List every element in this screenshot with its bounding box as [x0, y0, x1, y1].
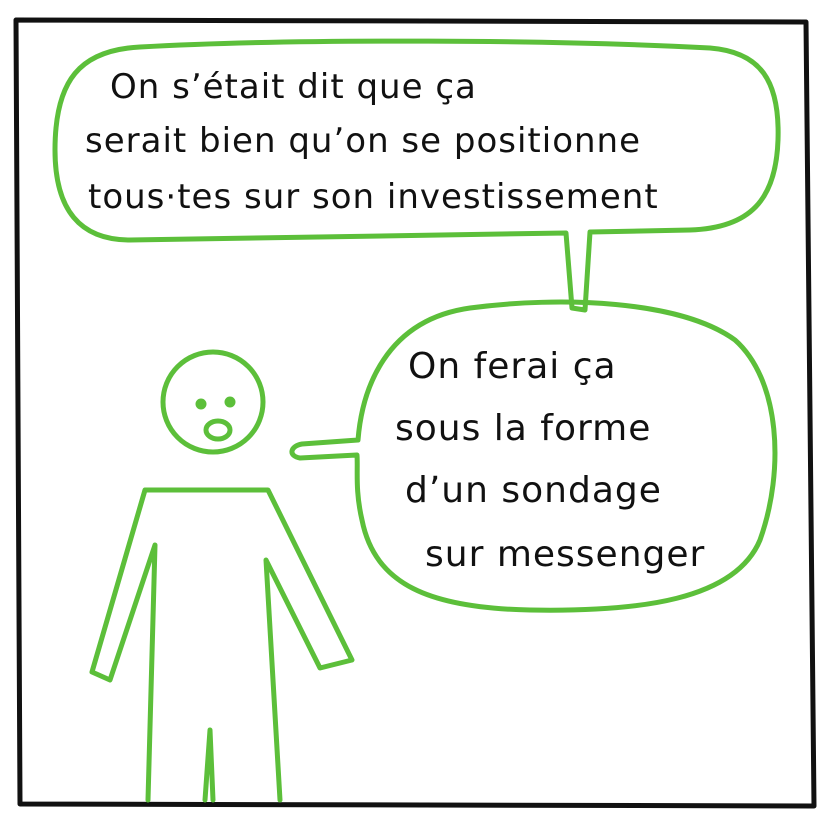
bubble-bottom-line-4: sur messenger: [425, 534, 705, 575]
bubble-top-line-2: serait bien qu’on se positionne: [85, 121, 641, 161]
bubble-bottom-line-3: d’un sondage: [405, 470, 662, 511]
bubble-bottom-line-1: On ferai ça: [408, 346, 617, 387]
bubble-top-line-1: On s’était dit que ça: [110, 67, 477, 107]
bubble-top-line-3: tous·tes sur son investissement: [88, 177, 659, 217]
bubble-bottom-line-2: sous la forme: [395, 408, 651, 449]
comic-panel: On s’était dit que ça serait bien qu’on …: [13, 17, 817, 809]
character-eye-right: [224, 396, 236, 408]
character-eye-left: [195, 398, 207, 410]
